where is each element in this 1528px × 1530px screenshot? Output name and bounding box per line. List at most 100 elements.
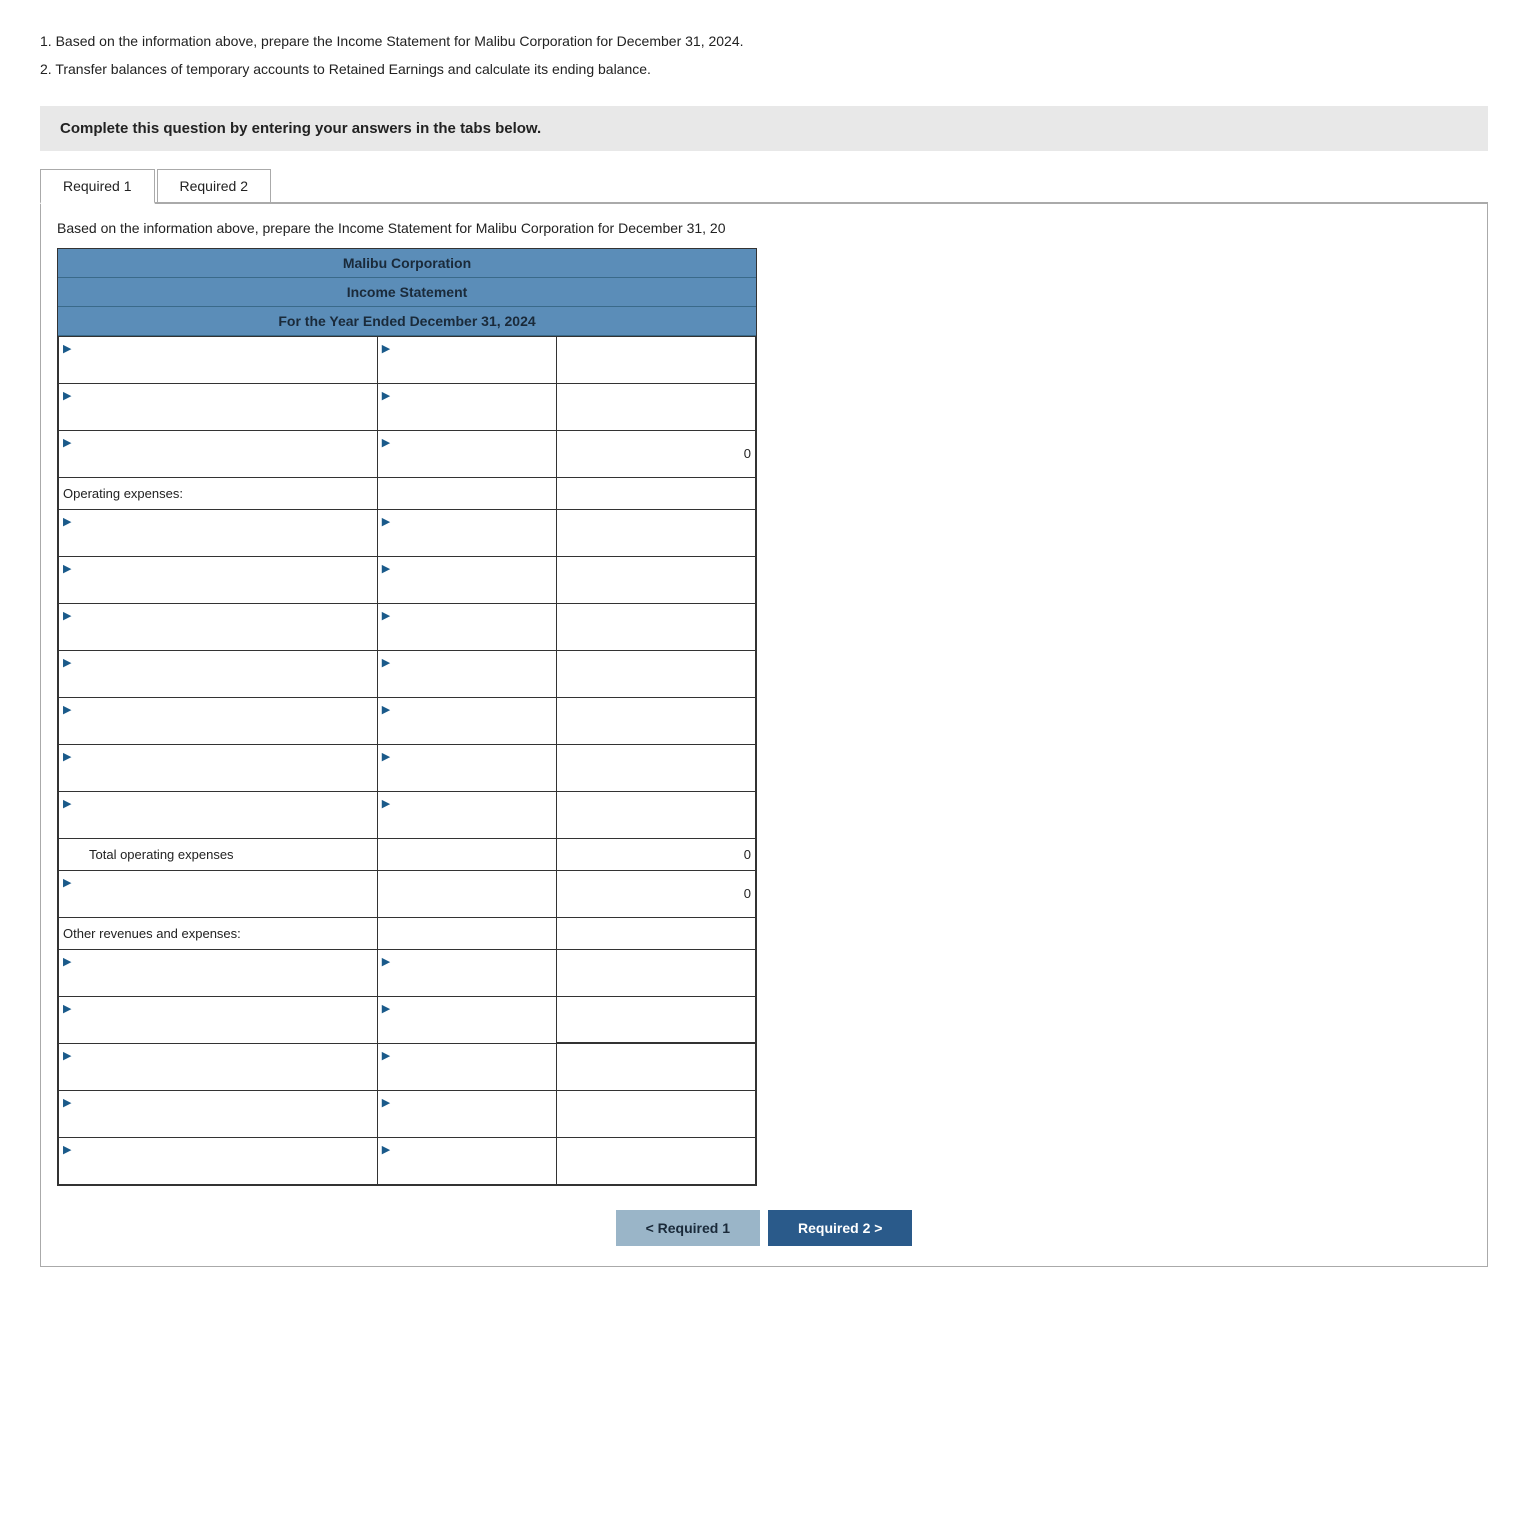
tab-required-1[interactable]: Required 1 <box>40 169 155 204</box>
label-input-1[interactable]: ▶ <box>59 336 378 383</box>
mid-input-4[interactable]: ▶ <box>377 509 556 556</box>
label-input-10[interactable]: ▶ <box>59 791 378 838</box>
right-field-9[interactable] <box>561 755 751 781</box>
right-field-o4[interactable] <box>561 1101 751 1127</box>
label-input-5[interactable]: ▶ <box>59 556 378 603</box>
right-field-2[interactable] <box>561 394 751 420</box>
right-field-5[interactable] <box>561 567 751 593</box>
mid-input-8[interactable]: ▶ <box>377 697 556 744</box>
label-field-4[interactable] <box>63 528 373 554</box>
mid-input-o4[interactable]: ▶ <box>377 1090 556 1137</box>
right-input-7[interactable] <box>556 650 755 697</box>
right-input-4[interactable] <box>556 509 755 556</box>
right-field-o5[interactable] <box>561 1148 751 1174</box>
label-input-9[interactable]: ▶ <box>59 744 378 791</box>
right-input-10[interactable] <box>556 791 755 838</box>
tab-description: Based on the information above, prepare … <box>41 220 1487 248</box>
arrow-icon-o5: ▶ <box>63 1143 71 1156</box>
mid-input-o2[interactable]: ▶ <box>377 996 556 1043</box>
right-input-8[interactable] <box>556 697 755 744</box>
mid-field-8[interactable] <box>382 716 552 742</box>
label-field-2[interactable] <box>63 402 373 428</box>
mid-input-6[interactable]: ▶ <box>377 603 556 650</box>
mid-other <box>377 917 556 949</box>
mid-field-o4[interactable] <box>382 1109 552 1135</box>
mid-input-7[interactable]: ▶ <box>377 650 556 697</box>
right-field-o2[interactable] <box>561 1006 751 1032</box>
right-field-1[interactable] <box>561 347 751 373</box>
label-field-o5[interactable] <box>63 1156 373 1182</box>
next-button[interactable]: Required 2 > <box>768 1210 912 1246</box>
right-input-o4[interactable] <box>556 1090 755 1137</box>
right-input-o3[interactable] <box>556 1043 755 1090</box>
tab-required-2[interactable]: Required 2 <box>157 169 272 202</box>
mid-field-o5[interactable] <box>382 1156 552 1182</box>
label-input-3[interactable]: ▶ <box>59 430 378 477</box>
right-field-4[interactable] <box>561 520 751 546</box>
mid-input-o1[interactable]: ▶ <box>377 949 556 996</box>
label-field-o2[interactable] <box>63 1015 373 1041</box>
mid-input-10[interactable]: ▶ <box>377 791 556 838</box>
label-input-7[interactable]: ▶ <box>59 650 378 697</box>
right-input-o1[interactable] <box>556 949 755 996</box>
label-input-o5[interactable]: ▶ <box>59 1137 378 1184</box>
label-input-o2[interactable]: ▶ <box>59 996 378 1043</box>
label-field-1[interactable] <box>63 355 373 381</box>
label-field-5[interactable] <box>63 575 373 601</box>
right-field-o1[interactable] <box>561 960 751 986</box>
right-input-1[interactable] <box>556 336 755 383</box>
label-field-10[interactable] <box>63 810 373 836</box>
right-input-9[interactable] <box>556 744 755 791</box>
mid-input-o5[interactable]: ▶ <box>377 1137 556 1184</box>
right-field-o3[interactable] <box>561 1054 751 1080</box>
mid-input-2[interactable]: ▶ <box>377 383 556 430</box>
label-field-o1[interactable] <box>63 968 373 994</box>
mid-field-2[interactable] <box>382 402 552 428</box>
mid-field-7[interactable] <box>382 669 552 695</box>
mid-input-9[interactable]: ▶ <box>377 744 556 791</box>
mid-field-o1[interactable] <box>382 968 552 994</box>
right-input-o5[interactable] <box>556 1137 755 1184</box>
mid-field-9[interactable] <box>382 763 552 789</box>
mid-field-4[interactable] <box>382 528 552 554</box>
label-field-3[interactable] <box>63 449 373 475</box>
mid-input-1[interactable]: ▶ <box>377 336 556 383</box>
right-field-8[interactable] <box>561 708 751 734</box>
mid-input-3[interactable]: ▶ <box>377 430 556 477</box>
mid-field-o3[interactable] <box>382 1062 552 1088</box>
mid-sub <box>377 870 556 917</box>
right-field-10[interactable] <box>561 802 751 828</box>
label-field-8[interactable] <box>63 716 373 742</box>
label-field-6[interactable] <box>63 622 373 648</box>
label-input-sub[interactable]: ▶ <box>59 870 378 917</box>
label-field-o4[interactable] <box>63 1109 373 1135</box>
mid-field-3[interactable] <box>382 449 552 475</box>
right-field-7[interactable] <box>561 661 751 687</box>
label-input-o4[interactable]: ▶ <box>59 1090 378 1137</box>
mid-input-5[interactable]: ▶ <box>377 556 556 603</box>
right-field-6[interactable] <box>561 614 751 640</box>
other-revenues-label: Other revenues and expenses: <box>59 917 378 949</box>
right-input-2[interactable] <box>556 383 755 430</box>
right-input-o2[interactable] <box>556 996 755 1043</box>
mid-field-6[interactable] <box>382 622 552 648</box>
mid-field-5[interactable] <box>382 575 552 601</box>
prev-button[interactable]: < Required 1 <box>616 1210 760 1246</box>
label-input-6[interactable]: ▶ <box>59 603 378 650</box>
label-input-4[interactable]: ▶ <box>59 509 378 556</box>
label-field-o3[interactable] <box>63 1062 373 1088</box>
label-field-9[interactable] <box>63 763 373 789</box>
instruction-2: 2. Transfer balances of temporary accoun… <box>40 58 1488 82</box>
label-field-7[interactable] <box>63 669 373 695</box>
label-input-o1[interactable]: ▶ <box>59 949 378 996</box>
mid-field-10[interactable] <box>382 810 552 836</box>
label-input-2[interactable]: ▶ <box>59 383 378 430</box>
mid-input-o3[interactable]: ▶ <box>377 1043 556 1090</box>
label-input-8[interactable]: ▶ <box>59 697 378 744</box>
label-field-sub[interactable] <box>63 889 373 915</box>
right-input-5[interactable] <box>556 556 755 603</box>
right-input-6[interactable] <box>556 603 755 650</box>
label-input-o3[interactable]: ▶ <box>59 1043 378 1090</box>
mid-field-1[interactable] <box>382 355 552 381</box>
mid-field-o2[interactable] <box>382 1015 552 1041</box>
